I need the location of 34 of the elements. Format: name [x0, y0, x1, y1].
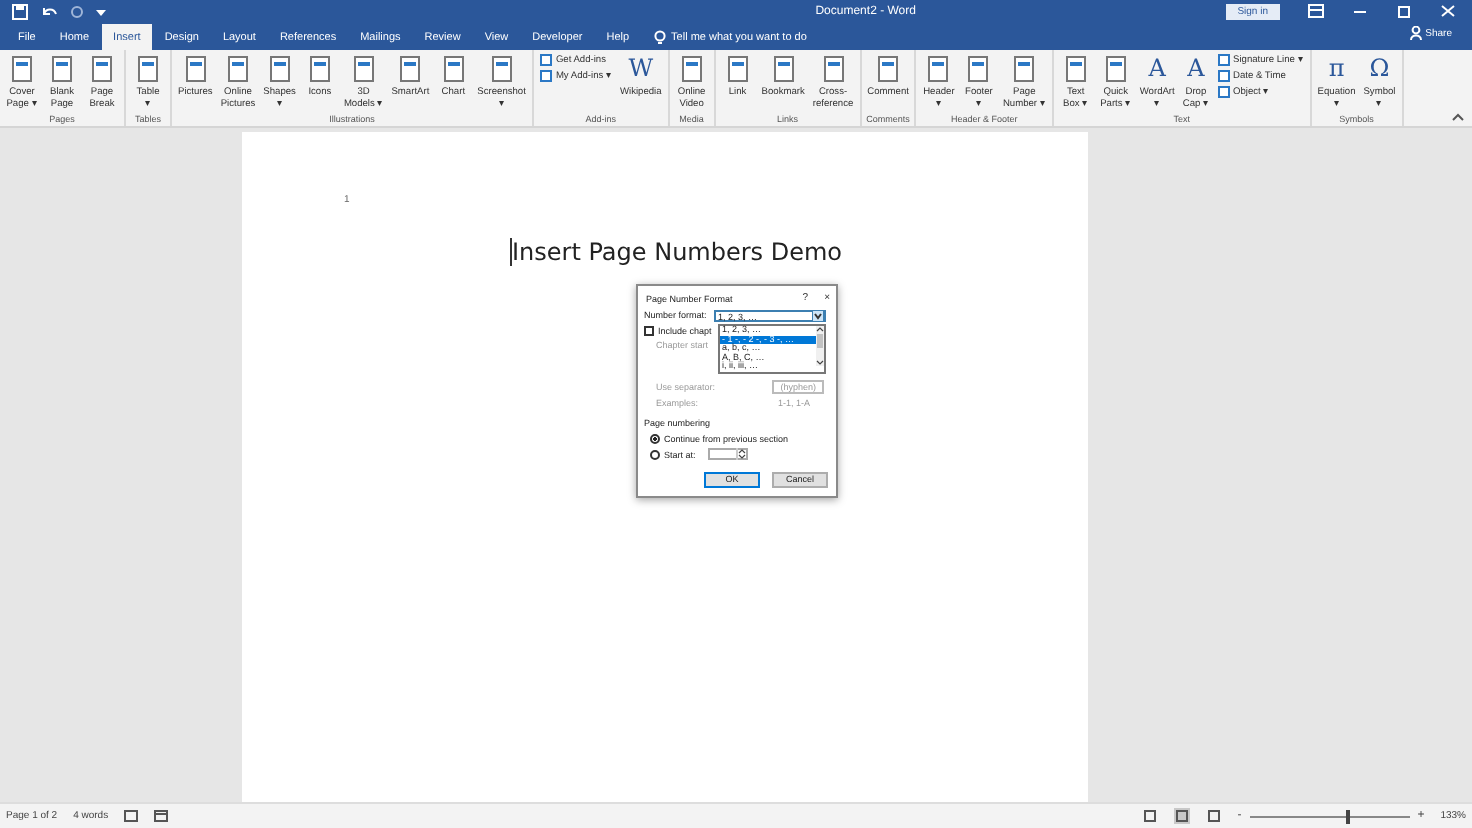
start-at-field[interactable]: [707, 448, 748, 461]
checkbox[interactable]: [644, 325, 654, 336]
document-icon[interactable]: [6, 54, 38, 84]
document-icon[interactable]: [132, 54, 164, 84]
square-icon[interactable]: [539, 70, 552, 82]
document-heading: Insert Page Numbers Demo: [512, 238, 843, 266]
save-icon[interactable]: [12, 3, 28, 19]
scrollbar-icon[interactable]: [816, 326, 824, 366]
radio-button[interactable]: [650, 433, 660, 444]
document-icon[interactable]: [46, 54, 78, 84]
square-icon[interactable]: [1217, 54, 1230, 66]
macro-icon[interactable]: [154, 810, 169, 822]
lightbulb-icon[interactable]: [653, 29, 666, 45]
symbol-glyph: A: [1148, 54, 1166, 84]
text-cursor: [510, 238, 512, 266]
symbol-glyph: W: [628, 54, 654, 84]
ribbon-display-icon[interactable]: [1307, 4, 1324, 18]
close-icon[interactable]: [1439, 4, 1456, 18]
square-icon[interactable]: [1217, 86, 1230, 98]
undo-icon[interactable]: [40, 3, 58, 19]
zoom-slider-thumb[interactable]: [1345, 809, 1350, 823]
square-icon[interactable]: [539, 54, 552, 66]
square-icon[interactable]: [1217, 70, 1230, 82]
document-icon[interactable]: [86, 54, 118, 84]
collapse-icon[interactable]: [1452, 112, 1464, 122]
symbol-glyph: Ω: [1369, 54, 1390, 84]
symbol-glyph: A: [1187, 54, 1205, 84]
symbol-glyph: π: [1328, 54, 1345, 84]
radio-button[interactable]: [650, 449, 660, 460]
proofing-icon[interactable]: [124, 810, 139, 822]
spinner-arrows-icon[interactable]: [735, 448, 746, 461]
restore-icon[interactable]: [1395, 4, 1412, 18]
dropdown-arrow-icon[interactable]: [812, 310, 824, 322]
person-icon[interactable]: [1409, 26, 1422, 40]
